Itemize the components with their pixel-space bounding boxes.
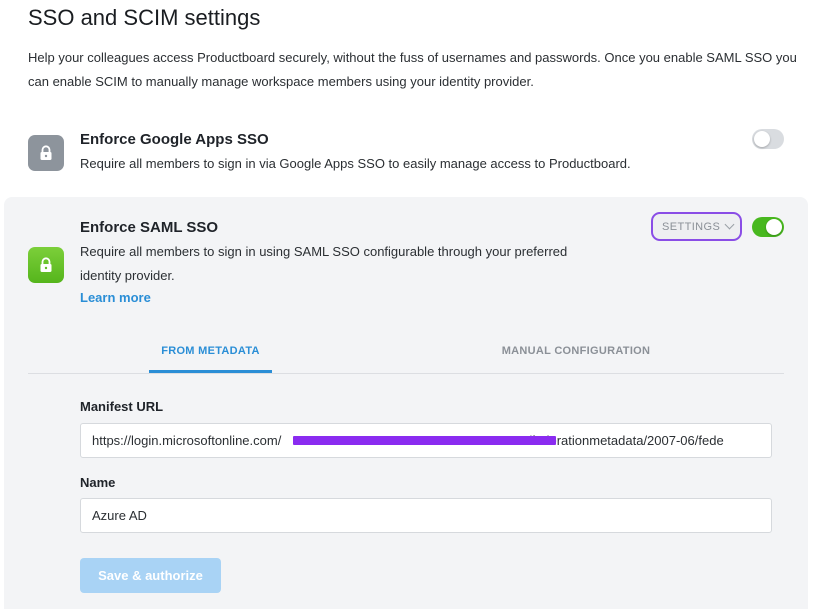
- manifest-url-input[interactable]: https://login.microsoftonline.com/3d07a3…: [80, 423, 772, 458]
- saml-sso-lock-icon: [28, 247, 64, 283]
- tab-from-metadata[interactable]: FROM METADATA: [149, 345, 272, 373]
- name-input[interactable]: [80, 498, 772, 533]
- name-label: Name: [80, 475, 116, 490]
- google-sso-lock-icon: [28, 135, 64, 171]
- tab-manual-configuration[interactable]: MANUAL CONFIGURATION: [489, 345, 663, 373]
- tabs-divider: [28, 373, 784, 374]
- google-sso-description: Require all members to sign in via Googl…: [80, 156, 631, 171]
- page-description: Help your colleagues access Productboard…: [28, 50, 797, 89]
- redaction-mark: [293, 436, 556, 445]
- saml-sso-description-line1: Require all members to sign in using SAM…: [80, 244, 568, 259]
- saml-sso-description-line2: identity provider.: [80, 268, 175, 283]
- manifest-url-label: Manifest URL: [80, 399, 164, 414]
- chevron-down-icon: [724, 219, 735, 230]
- learn-more-link[interactable]: Learn more: [80, 290, 151, 305]
- save-authorize-button[interactable]: Save & authorize: [80, 558, 221, 593]
- settings-label: SETTINGS: [662, 220, 721, 233]
- saml-sso-title: Enforce SAML SSO: [80, 219, 219, 236]
- page-title: SSO and SCIM settings: [28, 5, 261, 30]
- toggle-knob: [754, 131, 770, 147]
- saml-sso-toggle[interactable]: [752, 217, 784, 237]
- settings-dropdown-button[interactable]: SETTINGS: [651, 212, 742, 241]
- google-sso-title: Enforce Google Apps SSO: [80, 131, 269, 148]
- google-sso-toggle[interactable]: [752, 129, 784, 149]
- toggle-knob: [766, 219, 782, 235]
